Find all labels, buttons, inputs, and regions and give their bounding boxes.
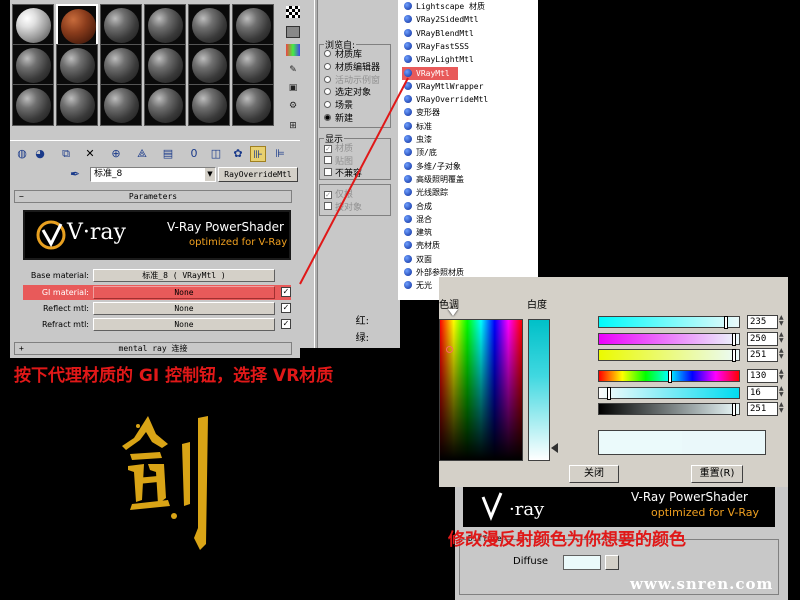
- slider-label: 饱和度:: [335, 387, 369, 398]
- close-button[interactable]: 关闭: [569, 465, 619, 483]
- sword-calligraphy-logo: [122, 416, 208, 550]
- lower-powershader-text: V-Ray PowerShader: [631, 490, 748, 504]
- slider-value-field[interactable]: 250: [747, 332, 778, 346]
- slider-value-field[interactable]: 16: [747, 386, 778, 400]
- reset-button[interactable]: 重置(R): [691, 465, 743, 483]
- spinner-icon[interactable]: ▲ ▼: [779, 332, 785, 344]
- spinner-icon[interactable]: ▲ ▼: [779, 315, 785, 327]
- slider-thumb[interactable]: [668, 370, 673, 383]
- slider-label: 红:: [355, 316, 369, 327]
- spinner-icon[interactable]: ▲ ▼: [779, 369, 785, 381]
- svg-text:·ray: ·ray: [509, 499, 545, 520]
- slider-value-field[interactable]: 251: [747, 348, 778, 362]
- watermark: www.snren.com: [630, 575, 774, 593]
- slider-thumb[interactable]: [724, 316, 729, 329]
- lower-vray-banner: ·ray V-Ray PowerShader optimized for V-R…: [463, 487, 775, 527]
- diffuse-map-button[interactable]: [605, 555, 619, 570]
- color-slider[interactable]: [598, 349, 740, 362]
- color-slider[interactable]: [598, 387, 740, 400]
- lower-optimized-text: optimized for V-Ray: [651, 506, 759, 519]
- color-selector-dialog: 色调 白度 红: 235 ▲ ▼ 绿: 250 ▲ ▼ 蓝: 251 ▲ ▼ 色调: 130 ▲ ▼ 饱和度: 1…: [336, 277, 788, 487]
- color-preview: [598, 430, 766, 455]
- slider-label: 蓝:: [355, 349, 369, 360]
- whiteness-label: 白度: [527, 300, 547, 311]
- original-color-preview: [682, 431, 765, 454]
- slider-thumb[interactable]: [732, 333, 737, 346]
- color-slider[interactable]: [598, 370, 740, 383]
- slider-value-field[interactable]: 235: [747, 315, 778, 329]
- step1-caption: 按下代理材质的 GI 控制钮，选择 VR材质: [14, 366, 334, 386]
- new-color-preview: [599, 431, 682, 454]
- whiteness-bar[interactable]: [528, 319, 550, 461]
- step2-caption: 修改漫反射颜色为你想要的颜色: [448, 530, 686, 550]
- slider-label: 色调:: [345, 370, 369, 381]
- diffuse-label: Diffuse: [513, 556, 549, 567]
- slider-value-field[interactable]: 251: [747, 402, 778, 416]
- color-slider[interactable]: [598, 403, 740, 416]
- hue-blackness-box[interactable]: [439, 319, 523, 461]
- color-slider[interactable]: [598, 333, 740, 346]
- spinner-icon[interactable]: ▲ ▼: [779, 386, 785, 398]
- lower-vray-logo-icon: ·ray: [481, 492, 545, 521]
- color-slider[interactable]: [598, 316, 740, 329]
- slider-value-field[interactable]: 130: [747, 369, 778, 383]
- whiteness-pointer-icon[interactable]: [551, 443, 558, 453]
- slider-thumb[interactable]: [732, 403, 737, 416]
- spinner-icon[interactable]: ▲ ▼: [779, 348, 785, 360]
- slider-thumb[interactable]: [732, 349, 737, 362]
- slider-label: 绿:: [355, 333, 369, 344]
- slider-label: 亮度:: [345, 403, 369, 414]
- spinner-icon[interactable]: ▲ ▼: [779, 402, 785, 414]
- color-cursor[interactable]: [446, 346, 453, 353]
- slider-thumb[interactable]: [607, 387, 612, 400]
- hue-pointer-icon[interactable]: [448, 309, 458, 316]
- diffuse-color-swatch[interactable]: [563, 555, 601, 570]
